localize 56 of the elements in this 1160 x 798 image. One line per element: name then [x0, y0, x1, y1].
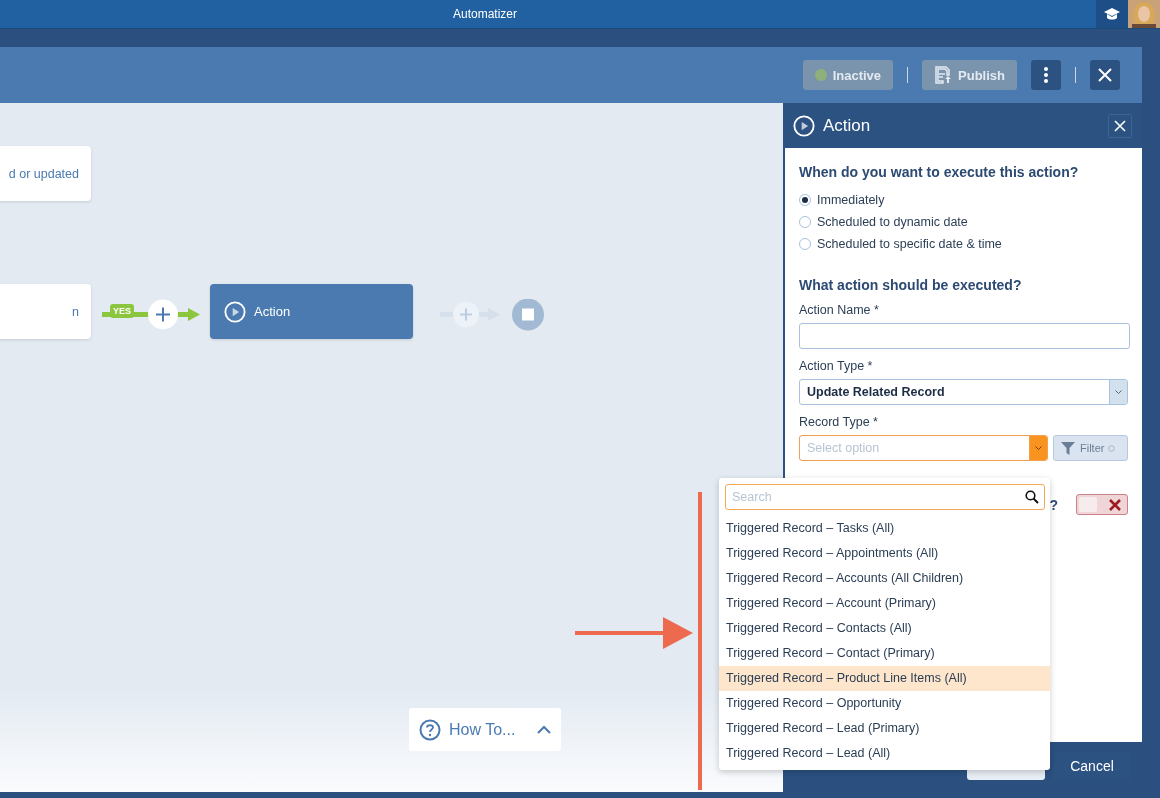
yes-badge: YES: [110, 304, 134, 318]
help-icon: [419, 718, 441, 741]
node-label: Action: [254, 304, 291, 319]
dropdown-option[interactable]: Triggered Record – Tasks (All): [719, 516, 1050, 541]
search-icon: [1025, 490, 1039, 504]
trigger-node[interactable]: d or updated: [0, 146, 91, 201]
select-field[interactable]: Update Related Record: [799, 379, 1128, 405]
field-label: ?: [1049, 496, 1058, 513]
timing-radio[interactable]: Scheduled to dynamic date: [799, 211, 968, 233]
section-question: What action should be executed?: [799, 277, 1023, 293]
close-icon: [1109, 498, 1121, 511]
dropdown-option[interactable]: Triggered Record – Product Line Items (All): [719, 666, 1050, 691]
how-to-button[interactable]: How To...: [409, 708, 561, 751]
save-upload-icon: [934, 66, 953, 84]
timing-radio[interactable]: Immediately: [799, 189, 885, 211]
section-question: When do you want to execute this action?: [799, 164, 1080, 180]
dropdown-option[interactable]: Triggered Record – Contact (Primary): [719, 641, 1050, 666]
field-label: Action Name *: [799, 303, 880, 317]
dropdown-option[interactable]: Triggered Record – Accounts (All Children): [719, 566, 1050, 591]
dropdown-option[interactable]: Triggered Record – Account (Primary): [719, 591, 1050, 616]
caret-icon: [1035, 446, 1042, 450]
avatar[interactable]: [1128, 0, 1160, 28]
dropdown-option[interactable]: Triggered Record – Lead (Primary): [719, 716, 1050, 741]
panel-title: Action: [823, 115, 872, 136]
timing-radio[interactable]: Scheduled to specific date & time: [799, 233, 1002, 255]
status-dot-icon: [814, 69, 827, 81]
radio-circle[interactable]: [799, 216, 811, 228]
funnel-icon: [1060, 440, 1076, 456]
dropdown-option[interactable]: Triggered Record – Opportunity: [719, 691, 1050, 716]
caret-icon: [1115, 390, 1122, 394]
close-button[interactable]: [1108, 113, 1132, 138]
more-icon: [1044, 67, 1048, 83]
toggle-switch[interactable]: [1076, 494, 1128, 515]
dropdown-option[interactable]: Triggered Record – Lead (All): [719, 741, 1050, 766]
add-step-button[interactable]: [148, 299, 178, 330]
close-icon: [1114, 119, 1126, 132]
action-name-field[interactable]: [799, 323, 1130, 349]
dropdown-option[interactable]: Triggered Record – Contacts (All): [719, 616, 1050, 641]
field-label: Record Type *: [799, 415, 879, 429]
radio-circle[interactable]: [799, 194, 811, 206]
graduation-cap-icon[interactable]: [1096, 0, 1128, 28]
action-node[interactable]: Action: [210, 284, 413, 339]
chevron-up-icon: [537, 725, 551, 734]
more-button[interactable]: [1031, 60, 1061, 90]
dropdown-option[interactable]: Triggered Record – Appointments (All): [719, 541, 1050, 566]
radio-circle[interactable]: [799, 238, 811, 250]
app-title: Automatizer: [452, 7, 518, 21]
play-icon: [224, 300, 246, 323]
search-field[interactable]: Search: [725, 484, 1045, 510]
field-label: Action Type *: [799, 359, 874, 373]
condition-node[interactable]: n: [0, 284, 91, 339]
play-icon: [793, 114, 815, 137]
end-node[interactable]: [512, 299, 544, 331]
circle-icon: [1108, 444, 1116, 452]
close-icon: [1098, 68, 1112, 82]
close-button[interactable]: [1090, 60, 1120, 90]
